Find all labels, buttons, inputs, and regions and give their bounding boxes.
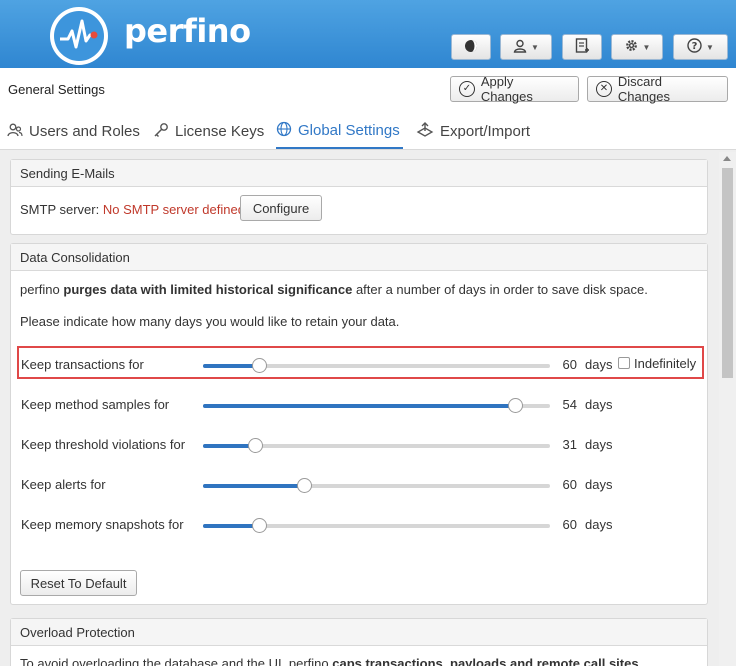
- smtp-status: No SMTP server defined: [102, 202, 245, 217]
- users-icon: [7, 122, 23, 142]
- scroll-up-icon[interactable]: [723, 156, 731, 161]
- brand-name: perfino: [124, 12, 251, 50]
- slider-thumb[interactable]: [508, 398, 524, 413]
- check-icon: ✓: [459, 81, 475, 97]
- top-bar: perfino ▼ ▼ ? ▼: [0, 0, 736, 68]
- settings-tabs: Users and Roles License Keys Global Sett…: [0, 114, 736, 150]
- slider-value: 60: [562, 357, 577, 372]
- user-icon: [513, 39, 527, 56]
- theme-toggle-icon: [464, 39, 478, 56]
- memory-snapshots-slider[interactable]: [203, 518, 550, 533]
- slider-label: Keep method samples for: [21, 397, 170, 412]
- slider-unit: days: [585, 437, 613, 452]
- data-consolidation-title: Data Consolidation: [11, 244, 707, 271]
- configure-button[interactable]: Configure: [240, 195, 322, 221]
- slider-value: 60: [562, 517, 577, 532]
- slider-value: 54: [562, 397, 577, 412]
- tab-global-settings[interactable]: Global Settings: [276, 114, 403, 149]
- add-document-button[interactable]: [562, 34, 602, 60]
- apply-changes-label: Apply Changes: [480, 74, 533, 104]
- slider-label: Keep transactions for: [21, 357, 144, 372]
- theme-toggle-button[interactable]: [451, 34, 491, 60]
- discard-changes-label: Discard Changes: [617, 74, 670, 104]
- vertical-scrollbar[interactable]: [719, 152, 736, 666]
- threshold-violations-slider[interactable]: [203, 438, 550, 453]
- overload-protection-title: Overload Protection: [11, 619, 707, 646]
- page-title: General Settings: [8, 82, 105, 97]
- alerts-slider[interactable]: [203, 478, 550, 493]
- slider-unit: days: [585, 357, 613, 372]
- settings-content: Sending E-Mails SMTP server: No SMTP ser…: [0, 150, 736, 666]
- help-icon: ?: [687, 38, 702, 56]
- export-import-icon: [416, 121, 434, 142]
- slider-unit: days: [585, 397, 613, 412]
- overload-description: To avoid overloading the database and th…: [20, 656, 639, 666]
- slider-value: 31: [562, 437, 577, 452]
- consolidation-intro: perfino purges data with limited histori…: [20, 282, 648, 297]
- slider-thumb[interactable]: [248, 438, 264, 453]
- slider-label: Keep alerts for: [21, 477, 106, 492]
- svg-text:?: ?: [692, 41, 698, 52]
- discard-changes-button[interactable]: ✕ Discard Changes: [587, 74, 728, 104]
- scrollbar-thumb[interactable]: [722, 168, 733, 378]
- key-icon: [153, 122, 169, 142]
- add-document-icon: [575, 37, 589, 57]
- apply-changes-button[interactable]: ✓ Apply Changes: [450, 74, 579, 104]
- method-samples-slider[interactable]: [203, 398, 550, 413]
- data-consolidation-panel: Data Consolidation perfino purges data w…: [10, 243, 708, 605]
- settings-menu-button[interactable]: ▼: [611, 34, 663, 60]
- indefinitely-checkbox[interactable]: [618, 357, 630, 369]
- email-panel: Sending E-Mails SMTP server: No SMTP ser…: [10, 159, 708, 235]
- tab-license-keys-label: License Keys: [175, 123, 265, 140]
- smtp-server-label: SMTP server: No SMTP server defined: [20, 202, 245, 217]
- user-menu-button[interactable]: ▼: [500, 34, 552, 60]
- consolidation-instruction: Please indicate how many days you would …: [20, 314, 400, 329]
- tab-license-keys[interactable]: License Keys: [153, 114, 264, 149]
- slider-label: Keep threshold violations for: [21, 437, 186, 452]
- slider-value: 60: [562, 477, 577, 492]
- globe-icon: [276, 121, 292, 141]
- close-icon: ✕: [596, 81, 612, 97]
- slider-thumb[interactable]: [251, 358, 267, 373]
- chevron-down-icon: ▼: [706, 42, 714, 52]
- help-menu-button[interactable]: ? ▼: [673, 34, 728, 60]
- tab-export-import[interactable]: Export/Import: [416, 114, 530, 149]
- tab-export-import-label: Export/Import: [440, 123, 531, 140]
- transactions-slider[interactable]: [203, 358, 550, 373]
- slider-thumb[interactable]: [296, 478, 312, 493]
- tab-users-and-roles-label: Users and Roles: [29, 123, 140, 140]
- chevron-down-icon: ▼: [531, 42, 539, 52]
- indefinitely-label: Indefinitely: [634, 356, 697, 371]
- slider-thumb[interactable]: [251, 518, 267, 533]
- tab-global-settings-label: Global Settings: [298, 122, 400, 139]
- tab-users-and-roles[interactable]: Users and Roles: [7, 114, 140, 149]
- email-panel-title: Sending E-Mails: [11, 160, 707, 187]
- reset-to-default-button[interactable]: Reset To Default: [20, 570, 137, 596]
- slider-unit: days: [585, 477, 613, 492]
- slider-label: Keep memory snapshots for: [21, 517, 184, 532]
- slider-unit: days: [585, 517, 613, 532]
- overload-protection-panel: Overload Protection To avoid overloading…: [10, 618, 708, 666]
- perfino-logo-icon: [50, 7, 108, 65]
- gear-icon: [624, 38, 639, 56]
- chevron-down-icon: ▼: [642, 42, 651, 52]
